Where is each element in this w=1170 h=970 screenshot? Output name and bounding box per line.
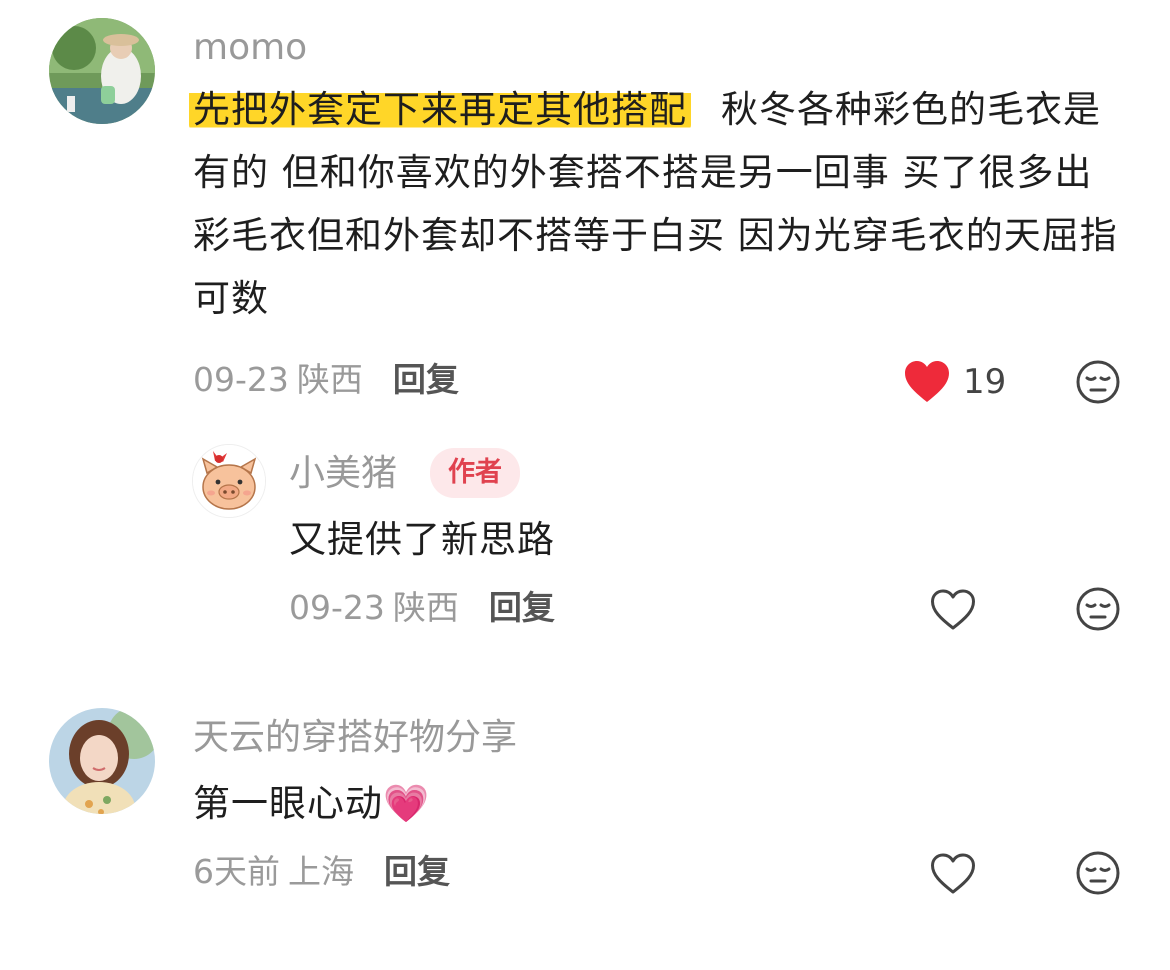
reply-button[interactable]: 回复: [393, 360, 459, 399]
comment-text: 第一眼心动💗: [193, 772, 1093, 835]
reply-button[interactable]: 回复: [489, 588, 555, 627]
comment-meta: 09-23 陕西 回复: [193, 358, 459, 402]
comment-date: 09-23: [193, 360, 289, 399]
comment-date: 6天前: [193, 852, 280, 891]
reply-button[interactable]: 回复: [384, 852, 450, 891]
comment-text: 先把外套定下来再定其他搭配 秋冬各种彩色的毛衣是有的 但和你喜欢的外套搭不搭是另一…: [189, 78, 1123, 330]
reply-location: 陕西: [392, 588, 459, 627]
avatar-momo[interactable]: [49, 18, 155, 124]
like-count: 19: [963, 362, 1007, 402]
comment-meta: 6天前 上海 回复: [193, 850, 450, 894]
heart-filled-icon[interactable]: [903, 360, 951, 404]
comment-tianyun: 天云的穿搭好物分享 第一眼心动💗 6天前 上海 回复: [0, 690, 1170, 960]
dislike-face-icon[interactable]: [1075, 359, 1121, 405]
dislike-face-icon[interactable]: [1075, 586, 1121, 632]
highlighted-text: 先把外套定下来再定其他搭配: [189, 88, 691, 131]
pink-heart-emoji: 💗: [383, 782, 431, 825]
comment-momo: momo 先把外套定下来再定其他搭配 秋冬各种彩色的毛衣是有的 但和你喜欢的外套搭…: [0, 0, 1170, 430]
reply-text: 又提供了新思路: [289, 518, 555, 561]
avatar-tianyun[interactable]: [49, 708, 155, 814]
username[interactable]: momo: [193, 26, 307, 70]
username[interactable]: 小美猪: [289, 452, 397, 496]
reply-meta: 09-23 陕西 回复: [289, 586, 555, 630]
author-badge: 作者: [430, 448, 520, 498]
reply-date: 09-23: [289, 588, 385, 627]
comment-location: 陕西: [296, 360, 363, 399]
comment-location: 上海: [288, 852, 354, 891]
avatar-xiaomeizhu[interactable]: [192, 444, 266, 518]
reply-xiaomeizhu: 小美猪 作者 又提供了新思路 09-23 陕西 回复: [0, 430, 1170, 660]
username[interactable]: 天云的穿搭好物分享: [193, 716, 517, 760]
heart-outline-icon[interactable]: [929, 588, 977, 632]
heart-outline-icon[interactable]: [929, 852, 977, 896]
comment-text-main: 第一眼心动: [193, 782, 383, 825]
dislike-face-icon[interactable]: [1075, 850, 1121, 896]
